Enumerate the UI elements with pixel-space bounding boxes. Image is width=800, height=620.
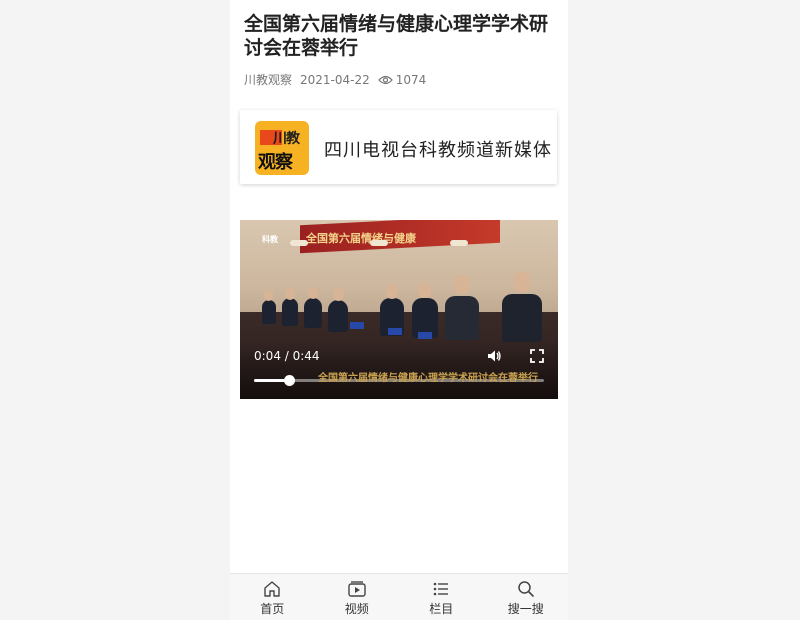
view-count-value: 1074 xyxy=(395,72,427,87)
article-meta: 川教观察 2021-04-22 1074 xyxy=(244,71,426,88)
article-page: 全国第六届情绪与健康心理学学术研讨会在蓉举行 川教观察 2021-04-22 1… xyxy=(230,0,568,619)
logo-text-bottom: 观察 xyxy=(258,152,293,173)
home-icon xyxy=(264,581,280,597)
channel-watermark: 科教 xyxy=(262,235,278,244)
fullscreen-icon xyxy=(530,349,544,363)
chuanjiao-logo: 川教 观察 xyxy=(255,121,309,175)
promo-card[interactable]: 川教 观察 四川电视台科教频道新媒体 xyxy=(240,110,557,184)
video-icon xyxy=(348,581,366,597)
list-icon xyxy=(433,582,449,596)
tab-video-label: 视频 xyxy=(344,602,369,616)
volume-icon xyxy=(488,350,501,362)
volume-button[interactable] xyxy=(486,348,502,364)
tab-columns[interactable]: 栏目 xyxy=(399,574,483,620)
article-date: 2021-04-22 xyxy=(300,72,370,87)
tab-home-label: 首页 xyxy=(260,602,285,616)
tab-search[interactable]: 搜一搜 xyxy=(484,574,568,620)
video-subtitle: 全国第六届情绪与健康心理学学术研讨会在蓉举行 xyxy=(318,373,538,384)
video-controls: 0:04 / 0:44 全国第六届情绪与健康心理学学术研讨会在蓉举行 xyxy=(240,340,558,399)
video-banner-text: 全国第六届情绪与健康 xyxy=(306,232,416,245)
article-source[interactable]: 川教观察 xyxy=(244,71,292,88)
tab-video[interactable]: 视频 xyxy=(315,574,399,620)
bottom-tab-bar: 首页 视频 栏目 搜一搜 xyxy=(230,573,568,620)
video-player[interactable]: 全国第六届情绪与健康 科教 0:04 / 0:44 全国第六届情绪与健康心理学学… xyxy=(240,220,558,399)
tab-columns-label: 栏目 xyxy=(429,602,454,616)
tab-home[interactable]: 首页 xyxy=(230,574,314,620)
search-icon xyxy=(518,581,534,597)
video-progress-knob[interactable] xyxy=(283,375,295,386)
logo-text-top: 川教 xyxy=(273,131,300,147)
article-title: 全国第六届情绪与健康心理学学术研讨会在蓉举行 xyxy=(244,13,549,59)
promo-card-text: 四川电视台科教频道新媒体 xyxy=(324,140,552,161)
eye-icon xyxy=(377,75,393,84)
view-count: 1074 xyxy=(377,72,427,87)
video-time: 0:04 / 0:44 xyxy=(254,349,320,363)
fullscreen-button[interactable] xyxy=(529,348,545,364)
tab-search-label: 搜一搜 xyxy=(507,602,544,616)
